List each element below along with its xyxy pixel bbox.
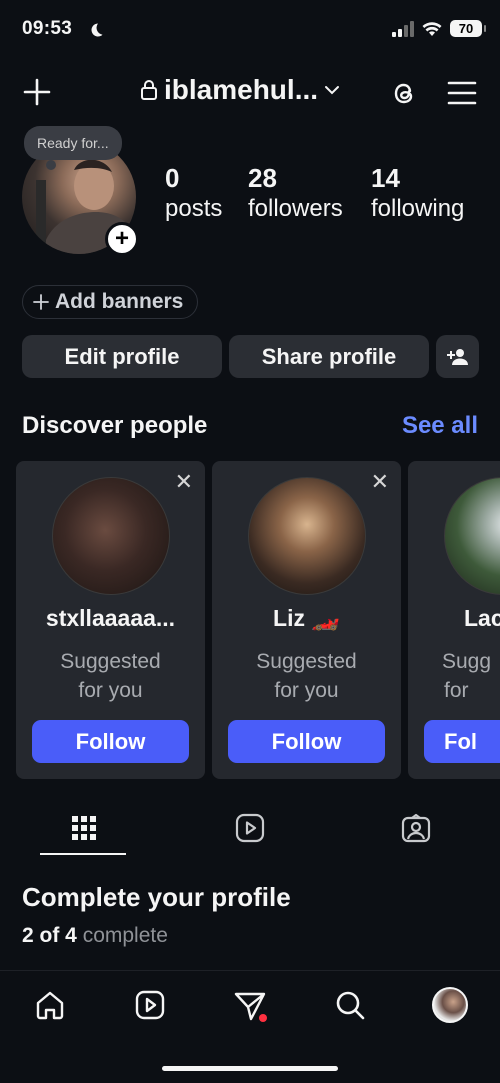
following-label: following xyxy=(371,195,465,222)
follow-button[interactable]: Fol xyxy=(424,720,500,763)
tab-reels[interactable] xyxy=(234,812,266,844)
discover-people-toggle[interactable] xyxy=(436,335,479,378)
suggestion-card[interactable]: ✕ Liz 🏎️ Suggested for you Follow xyxy=(212,461,401,779)
suggestion-name[interactable]: Liz 🏎️ xyxy=(212,605,401,632)
suggestion-name[interactable]: stxllaaaaa... xyxy=(16,605,205,632)
add-banners-button[interactable]: Add banners xyxy=(22,285,199,319)
nav-search[interactable] xyxy=(333,988,367,1022)
following-count: 14 xyxy=(371,163,400,193)
suggestion-reason: Suggested for you xyxy=(256,650,357,702)
menu-icon xyxy=(447,81,477,105)
menu-button[interactable] xyxy=(446,78,478,108)
reels-icon xyxy=(235,813,265,843)
followers-stat[interactable]: 28 followers xyxy=(248,162,343,224)
discover-people-title: Discover people xyxy=(22,412,208,439)
chevron-down-icon xyxy=(325,86,340,95)
home-icon xyxy=(36,991,64,1020)
add-story-button[interactable]: + xyxy=(105,222,139,256)
home-indicator xyxy=(162,1066,338,1071)
grid-icon xyxy=(72,816,96,840)
suggestion-name[interactable]: Lac xyxy=(464,605,500,632)
complete-profile-progress: 2 of 4 complete xyxy=(22,924,168,947)
add-person-icon xyxy=(446,348,468,365)
tab-grid[interactable] xyxy=(69,813,99,843)
suggestion-card[interactable]: ✕ stxllaaaaa... Suggested for you Follow xyxy=(16,461,205,779)
posts-stat[interactable]: 0 posts xyxy=(165,162,222,224)
follow-button[interactable]: Follow xyxy=(228,720,385,763)
bottom-nav-divider xyxy=(0,970,500,971)
battery-indicator: 70 xyxy=(450,20,486,37)
tab-tagged[interactable] xyxy=(400,812,432,844)
note-bubble[interactable]: Ready for... xyxy=(24,126,122,170)
nav-profile-avatar[interactable] xyxy=(432,987,468,1023)
account-switcher[interactable]: iblamehul... xyxy=(140,74,340,106)
status-time: 09:53 xyxy=(22,18,73,39)
send-icon xyxy=(234,992,267,1022)
signal-icon xyxy=(392,20,414,37)
plus-icon xyxy=(23,78,51,106)
do-not-disturb-icon xyxy=(91,23,103,37)
edit-profile-button[interactable]: Edit profile xyxy=(22,335,222,378)
see-all-link[interactable]: See all xyxy=(402,412,478,440)
edit-profile-label: Edit profile xyxy=(64,343,180,369)
suggestion-avatar[interactable] xyxy=(52,477,170,595)
wifi-icon xyxy=(422,21,442,36)
suggestion-card[interactable]: Lac Sugg for Fol xyxy=(408,461,500,779)
threads-icon xyxy=(394,83,413,104)
status-indicators: 70 xyxy=(392,20,486,37)
followers-count: 28 xyxy=(248,163,277,193)
suggestion-reason: Suggested for you xyxy=(60,650,161,702)
threads-button[interactable] xyxy=(388,77,420,109)
username: iblamehul... xyxy=(164,74,319,105)
followers-label: followers xyxy=(248,195,343,222)
add-banners-label: Add banners xyxy=(55,290,184,313)
lock-icon xyxy=(141,80,157,100)
notification-dot xyxy=(259,1014,267,1022)
following-stat[interactable]: 14 following xyxy=(371,162,464,224)
dismiss-icon[interactable]: ✕ xyxy=(371,471,389,493)
create-button[interactable] xyxy=(22,77,52,107)
nav-home[interactable] xyxy=(33,988,67,1022)
posts-label: posts xyxy=(165,195,223,222)
complete-profile-title: Complete your profile xyxy=(22,882,291,912)
dismiss-icon[interactable]: ✕ xyxy=(175,471,193,493)
follow-button[interactable]: Follow xyxy=(32,720,189,763)
note-text: Ready for... xyxy=(37,135,109,151)
plus-icon xyxy=(33,294,49,310)
posts-count: 0 xyxy=(165,163,180,193)
reels-icon xyxy=(135,990,165,1020)
suggestion-avatar[interactable] xyxy=(248,477,366,595)
nav-messages[interactable] xyxy=(232,988,268,1024)
suggestion-reason: Sugg for xyxy=(442,650,492,702)
tagged-icon xyxy=(401,813,431,843)
search-icon xyxy=(336,991,365,1020)
nav-reels[interactable] xyxy=(133,988,167,1022)
active-tab-indicator xyxy=(40,853,126,855)
share-profile-button[interactable]: Share profile xyxy=(229,335,429,378)
suggestion-avatar[interactable] xyxy=(444,477,500,595)
share-profile-label: Share profile xyxy=(261,343,397,369)
